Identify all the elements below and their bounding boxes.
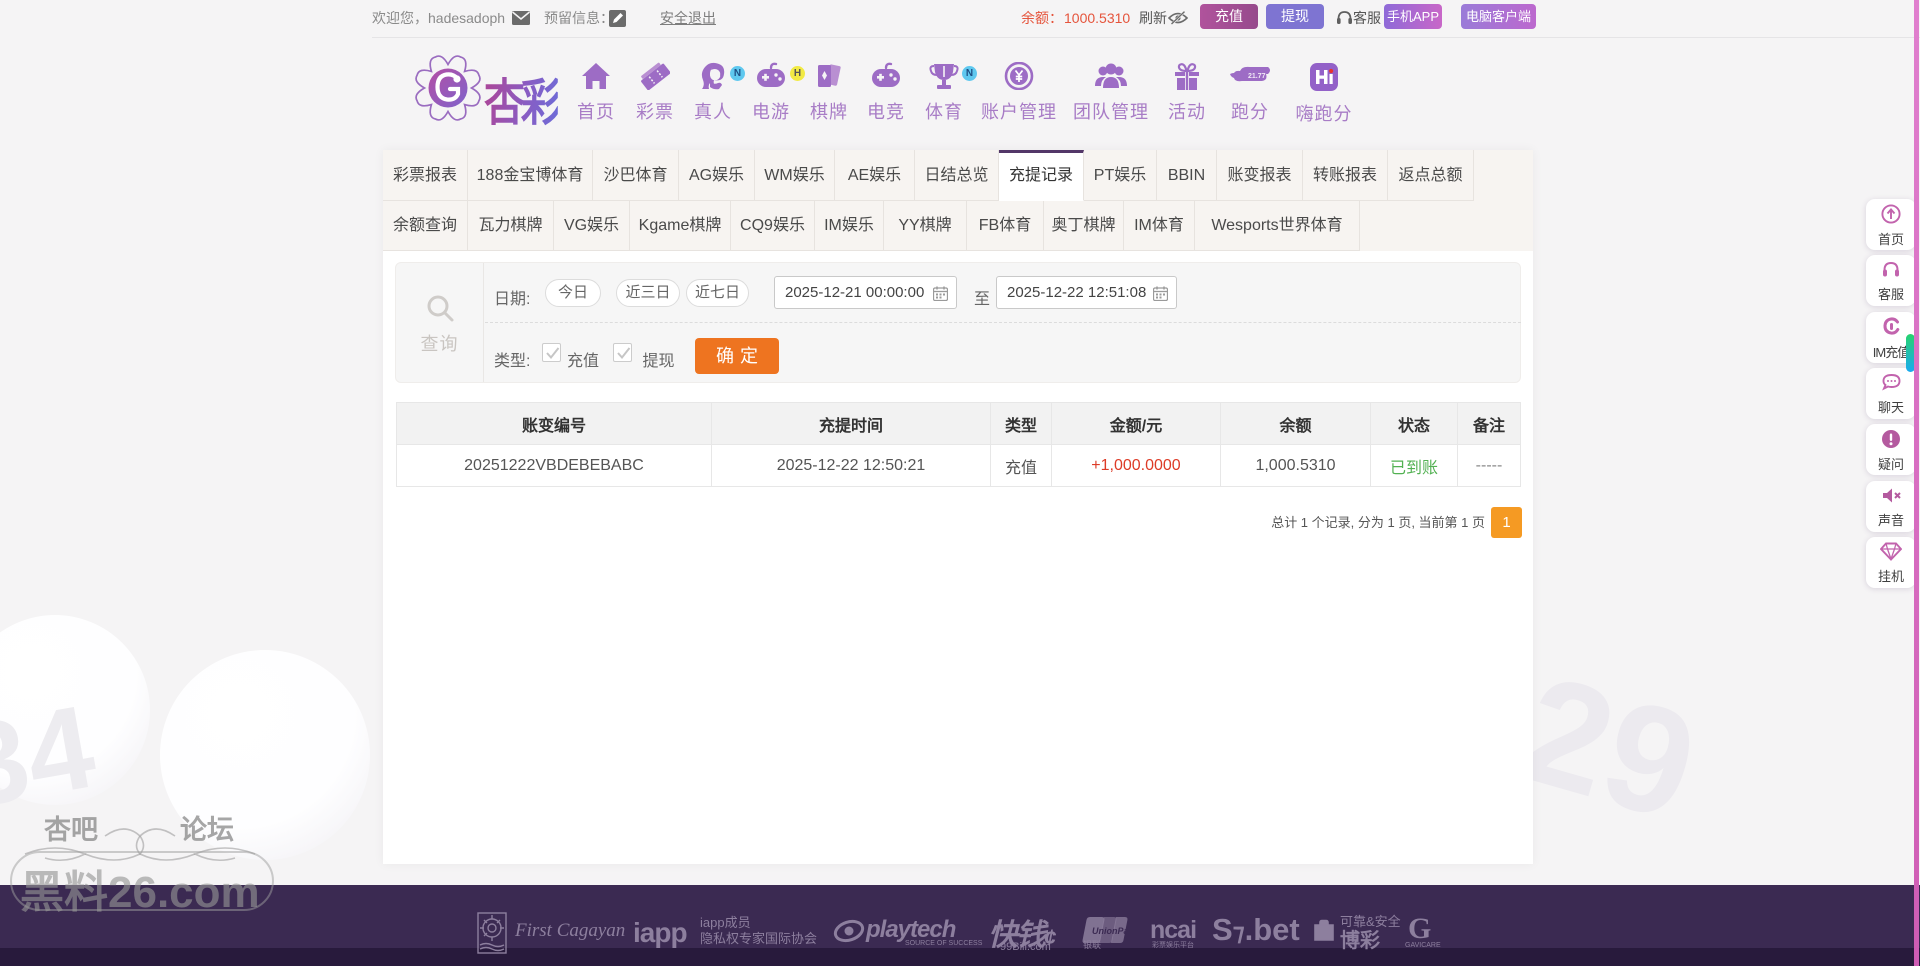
svg-text:21.77: 21.77 <box>1248 73 1266 80</box>
svg-text:UnionPay: UnionPay <box>1092 926 1128 936</box>
